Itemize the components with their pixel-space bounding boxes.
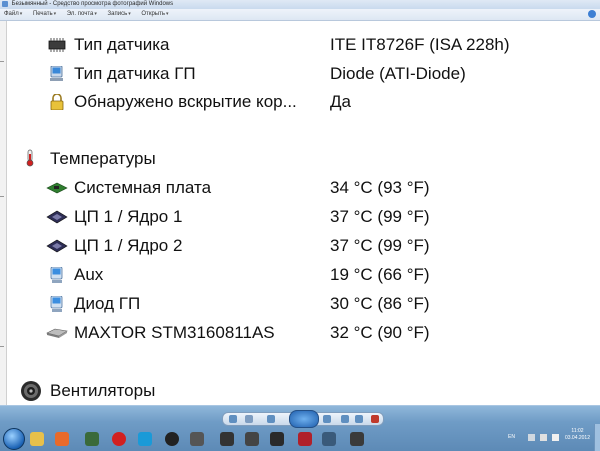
row-label: Тип датчика bbox=[74, 35, 170, 54]
row-label: MAXTOR STM3160811AS bbox=[74, 323, 275, 342]
row-label: Диод ГП bbox=[74, 294, 141, 313]
harddisk-icon bbox=[46, 328, 68, 338]
computer-icon bbox=[50, 267, 63, 283]
app-icon[interactable] bbox=[190, 432, 204, 446]
photo-viewer-taskbar-icon[interactable] bbox=[322, 432, 336, 446]
window-title: Безымянный - Средство просмотра фотограф… bbox=[11, 1, 174, 7]
row-value: Diode (ATI-Diode) bbox=[330, 64, 466, 83]
menu-file[interactable]: Файл bbox=[0, 9, 27, 20]
row-value: 30 °C (86 °F) bbox=[330, 294, 430, 313]
taskbar: EN 11:02 03.04.2012 bbox=[0, 405, 600, 451]
row-label: ЦП 1 / Ядро 2 bbox=[74, 236, 183, 255]
menu-email[interactable]: Эл. почта bbox=[63, 9, 102, 20]
row-value: 32 °C (90 °F) bbox=[330, 323, 430, 342]
row-label: Тип датчика ГП bbox=[74, 64, 196, 83]
row-value: 37 °C (99 °F) bbox=[330, 207, 430, 226]
row-label: ЦП 1 / Ядро 1 bbox=[74, 207, 183, 226]
photo-viewer-toolbar bbox=[222, 410, 384, 428]
row-value: Да bbox=[330, 92, 351, 111]
menu-open[interactable]: Открыть bbox=[137, 9, 173, 20]
cpu-icon bbox=[46, 239, 68, 253]
cropped-icon bbox=[22, 21, 42, 23]
edge-tick bbox=[0, 346, 4, 347]
clock-date: 03.04.2012 bbox=[564, 435, 590, 441]
menu-print[interactable]: Печать bbox=[29, 9, 61, 20]
clock[interactable]: 11:02 03.04.2012 bbox=[565, 428, 590, 442]
row-value: 34 °C (93 °F) bbox=[330, 178, 430, 197]
menu-burn[interactable]: Запись bbox=[104, 9, 136, 20]
row-value: ITE IT8726F (ISA 228h) bbox=[330, 35, 510, 54]
app-icon[interactable] bbox=[270, 432, 284, 446]
photo-viewer-icon bbox=[2, 1, 8, 7]
row-label: Системная плата bbox=[74, 178, 212, 197]
app-icon[interactable] bbox=[350, 432, 364, 446]
lock-icon bbox=[50, 94, 64, 110]
volume-icon[interactable] bbox=[552, 434, 559, 441]
network-icon[interactable] bbox=[540, 434, 547, 441]
help-icon[interactable] bbox=[588, 10, 596, 18]
show-desktop-button[interactable] bbox=[594, 424, 600, 451]
photo-viewport: Тип датчика ITE IT8726F (ISA 228h) Тип д… bbox=[0, 21, 600, 405]
next-button[interactable] bbox=[323, 415, 331, 423]
slideshow-button[interactable] bbox=[289, 410, 319, 428]
app-icon[interactable] bbox=[298, 432, 312, 446]
monitor-icon bbox=[50, 66, 63, 81]
previous-button[interactable] bbox=[267, 415, 275, 423]
menu-bar: Файл Печать Эл. почта Запись Открыть bbox=[0, 9, 600, 21]
tray-icon[interactable] bbox=[528, 434, 535, 441]
cpu-icon bbox=[46, 210, 68, 224]
motherboard-icon bbox=[46, 182, 68, 194]
thermometer-icon bbox=[26, 149, 34, 167]
clock-time: 11:02 bbox=[571, 428, 584, 434]
edge-tick bbox=[0, 196, 4, 197]
section-heading: Температуры bbox=[50, 149, 156, 168]
row-value: 37 °C (99 °F) bbox=[330, 236, 430, 255]
rotate-left-button[interactable] bbox=[341, 415, 349, 423]
start-button[interactable] bbox=[3, 428, 25, 450]
fit-button[interactable] bbox=[245, 415, 253, 423]
row-value: 19 °C (66 °F) bbox=[330, 265, 430, 284]
left-edge bbox=[0, 21, 7, 405]
app-icon[interactable] bbox=[220, 432, 234, 446]
zoom-button[interactable] bbox=[229, 415, 237, 423]
app-icon[interactable] bbox=[165, 432, 179, 446]
skype-icon[interactable] bbox=[138, 432, 152, 446]
edge-tick bbox=[0, 61, 4, 62]
app-icon[interactable] bbox=[85, 432, 99, 446]
row-label: Обнаружено вскрытие кор... bbox=[74, 92, 297, 111]
computer-icon bbox=[50, 296, 63, 312]
language-indicator[interactable]: EN bbox=[508, 434, 515, 440]
fan-icon bbox=[21, 381, 41, 401]
section-heading: Вентиляторы bbox=[50, 381, 156, 400]
app-icon[interactable] bbox=[245, 432, 259, 446]
rotate-right-button[interactable] bbox=[355, 415, 363, 423]
delete-button[interactable] bbox=[371, 415, 379, 423]
media-player-icon[interactable] bbox=[55, 432, 69, 446]
row-label: Aux bbox=[74, 265, 104, 284]
explorer-icon[interactable] bbox=[30, 432, 44, 446]
opera-icon[interactable] bbox=[112, 432, 126, 446]
window-titlebar: Безымянный - Средство просмотра фотограф… bbox=[0, 0, 600, 9]
chip-icon bbox=[48, 38, 66, 52]
